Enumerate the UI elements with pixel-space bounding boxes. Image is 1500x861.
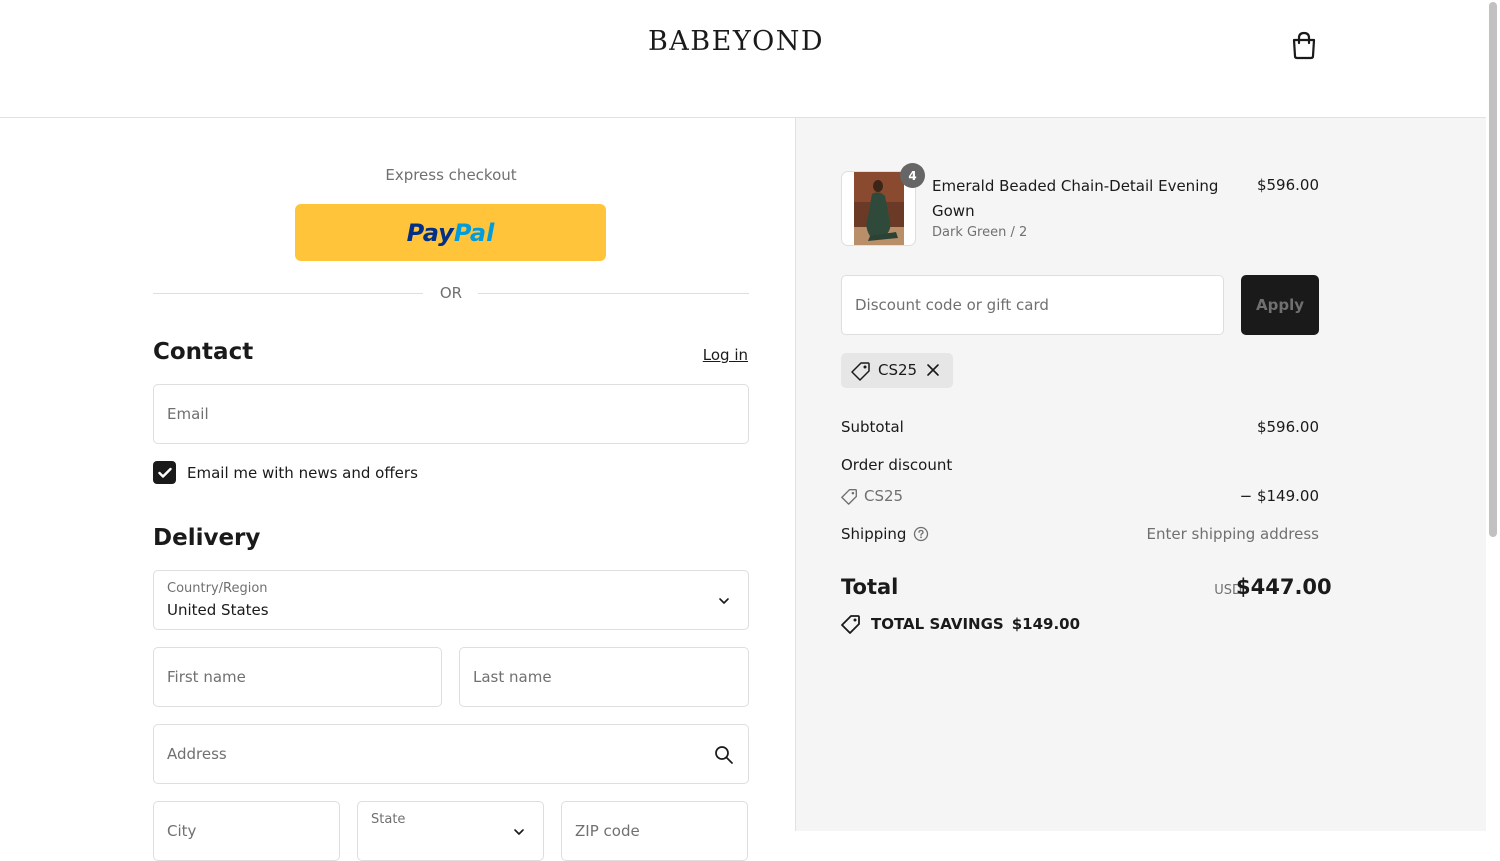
tag-icon [851, 362, 870, 381]
shipping-row: Shipping [841, 525, 929, 543]
discount-code-input[interactable]: Discount code or gift card [841, 275, 1224, 335]
express-checkout-label: Express checkout [385, 166, 517, 184]
total-savings: TOTAL SAVINGS $149.00 [841, 614, 1080, 634]
savings-value: $149.00 [1011, 615, 1081, 633]
country-label: Country/Region [167, 581, 268, 596]
product-image [854, 172, 904, 245]
help-icon[interactable] [913, 526, 929, 542]
total-label: Total [841, 575, 899, 599]
subtotal-value: $596.00 [1256, 418, 1319, 436]
quantity-badge: 4 [900, 163, 925, 188]
chevron-down-icon [719, 598, 729, 604]
country-select[interactable]: Country/Region United States [153, 570, 749, 630]
checkmark-icon [157, 467, 172, 478]
login-link[interactable]: Log in [650, 346, 748, 364]
search-icon[interactable] [714, 745, 734, 765]
checkout-form: Express checkout Pay Pal OR Contact Log i… [0, 118, 795, 861]
tag-icon [841, 488, 857, 505]
state-label: State [371, 812, 406, 827]
state-select[interactable]: State [357, 801, 544, 861]
tag-icon [841, 615, 860, 634]
zip-placeholder: ZIP code [575, 822, 640, 840]
total-currency: USD [1214, 583, 1242, 598]
address-placeholder: Address [167, 745, 227, 763]
city-field[interactable]: City [153, 801, 340, 861]
product-price: $596.00 [1256, 176, 1319, 194]
shopping-bag-icon[interactable] [1290, 30, 1318, 60]
first-name-field[interactable]: First name [153, 647, 442, 707]
discount-code-row: CS25 [841, 487, 903, 505]
or-divider: OR [153, 284, 749, 304]
paypal-logo-part2: Pal [453, 218, 495, 247]
city-placeholder: City [167, 822, 197, 840]
applied-discount-chip: CS25 [841, 353, 953, 388]
order-discount-label: Order discount [841, 456, 953, 474]
savings-label: TOTAL SAVINGS [871, 615, 1004, 633]
total-value: $447.00 [1236, 575, 1332, 599]
discount-placeholder: Discount code or gift card [855, 296, 1049, 314]
first-name-placeholder: First name [167, 668, 246, 686]
contact-title: Contact [153, 339, 254, 365]
remove-discount-icon[interactable] [926, 363, 940, 377]
apply-button[interactable]: Apply [1241, 275, 1319, 335]
subtotal-label: Subtotal [841, 418, 904, 436]
paypal-logo-part1: Pay [406, 218, 454, 247]
applied-code: CS25 [878, 361, 918, 379]
scrollbar-thumb[interactable] [1489, 2, 1497, 537]
delivery-title: Delivery [153, 525, 261, 551]
last-name-field[interactable]: Last name [459, 647, 749, 707]
brand-logo[interactable]: BABEYOND [0, 26, 1472, 57]
shipping-value: Enter shipping address [1146, 525, 1319, 543]
shipping-label: Shipping [841, 525, 907, 543]
newsletter-label[interactable]: Email me with news and offers [187, 464, 418, 482]
product-name: Emerald Beaded Chain-Detail Evening Gown [932, 177, 1219, 220]
country-value: United States [167, 601, 269, 619]
product-variant: Dark Green / 2 [932, 225, 1028, 240]
last-name-placeholder: Last name [473, 668, 552, 686]
chevron-down-icon [514, 829, 524, 835]
discount-code-label: CS25 [864, 487, 904, 505]
site-header: BABEYOND [0, 0, 1486, 118]
discount-value: − $149.00 [1239, 487, 1319, 505]
address-field[interactable]: Address [153, 724, 749, 784]
paypal-button[interactable]: Pay Pal [295, 204, 606, 261]
email-field[interactable]: Email [153, 384, 749, 444]
newsletter-checkbox[interactable] [153, 461, 176, 484]
or-label: OR [439, 284, 463, 302]
order-summary: 4 Emerald Beaded Chain-Detail Evening Go… [795, 118, 1486, 831]
email-placeholder: Email [167, 405, 209, 423]
zip-field[interactable]: ZIP code [561, 801, 748, 861]
